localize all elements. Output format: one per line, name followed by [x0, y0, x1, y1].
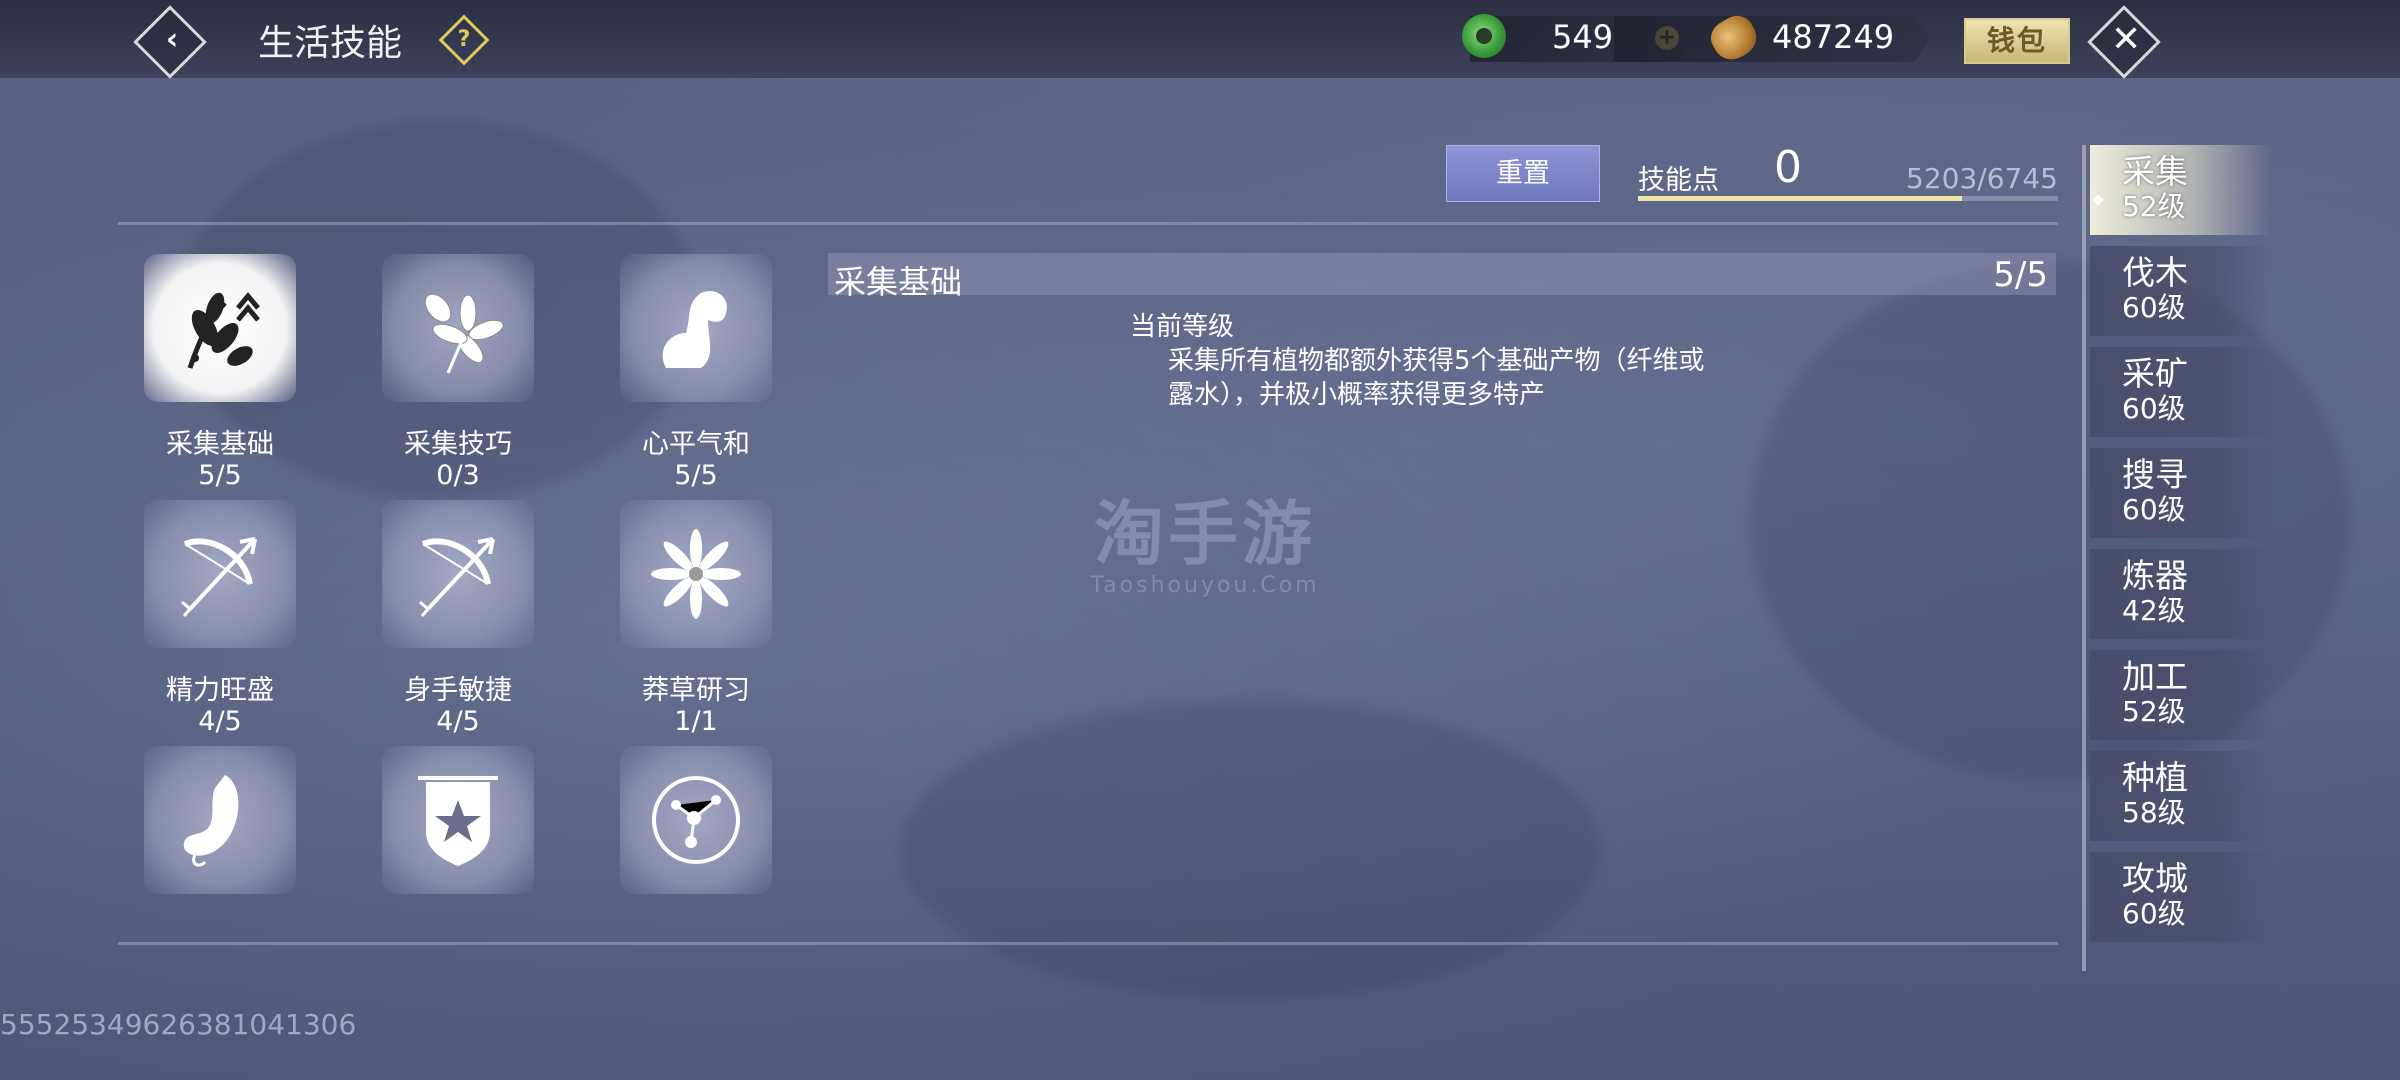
xp-progress-bar — [1638, 196, 2058, 201]
tab-level: 58级 — [2122, 796, 2186, 829]
tab-logging[interactable]: 伐木 60级 — [2090, 246, 2272, 336]
skill-tile[interactable] — [144, 746, 296, 894]
bow-arrow-icon — [419, 537, 495, 617]
tab-gathering[interactable]: 采集 52级 — [2090, 145, 2272, 235]
skill-level: 5/5 — [674, 460, 718, 491]
skill-name: 采集基础 — [166, 429, 274, 460]
skill-item[interactable]: 采集技巧 0/3 — [368, 254, 548, 491]
skill-item[interactable] — [130, 746, 310, 914]
constellation-icon — [652, 776, 740, 864]
coin-amount: 487249 — [1772, 18, 1895, 56]
skill-name: 身手敏捷 — [404, 675, 512, 706]
chevron-left-icon: ‹ — [165, 21, 179, 57]
skill-tile[interactable] — [382, 746, 534, 894]
tab-searching[interactable]: 搜寻 60级 — [2090, 448, 2272, 538]
skill-item[interactable]: 采集基础 5/5 — [130, 254, 310, 491]
xp-progress-text: 5203/6745 — [1906, 162, 2058, 195]
skill-level: 1/1 — [674, 706, 718, 737]
wallet-button[interactable]: 钱包 — [1964, 18, 2070, 64]
tab-level: 60级 — [2122, 392, 2186, 425]
tab-siege[interactable]: 攻城 60级 — [2090, 852, 2272, 942]
skill-tile[interactable] — [144, 500, 296, 648]
tab-divider — [2082, 145, 2086, 971]
tab-name: 种植 — [2122, 758, 2188, 797]
skill-tile[interactable] — [144, 254, 296, 402]
question-icon: ? — [457, 27, 471, 52]
skill-item[interactable] — [606, 746, 786, 914]
watermark-text: 淘手游 — [1094, 493, 1316, 575]
tab-planting[interactable]: 种植 58级 — [2090, 751, 2272, 841]
tab-name: 搜寻 — [2122, 455, 2188, 494]
skill-tile[interactable] — [620, 254, 772, 402]
skill-tile[interactable] — [620, 746, 772, 894]
skill-tile[interactable] — [382, 254, 534, 402]
user-id-text: 5552534962638104130​6 — [0, 1008, 357, 1041]
page-title: 生活技能 — [258, 23, 403, 64]
skill-level: 4/5 — [198, 706, 242, 737]
tab-name: 炼器 — [2122, 556, 2188, 595]
skill-item[interactable]: 莽草研习 1/1 — [606, 500, 786, 737]
xp-progress-fill — [1638, 196, 1962, 201]
bow-arrow-icon — [181, 537, 257, 617]
jade-coin-icon — [1462, 14, 1506, 58]
tab-name: 采矿 — [2122, 354, 2188, 393]
muscle-arm-icon — [662, 290, 727, 368]
tab-refining[interactable]: 炼器 42级 — [2090, 549, 2272, 639]
skill-name: 精力旺盛 — [166, 675, 274, 706]
tab-name: 加工 — [2122, 657, 2188, 696]
skill-level: 4/5 — [436, 706, 480, 737]
tab-level: 52级 — [2122, 190, 2186, 223]
tab-name: 采集 — [2122, 152, 2188, 191]
herb-flower-icon — [651, 529, 741, 619]
skill-name: 莽草研习 — [642, 675, 750, 706]
watermark: 淘手游 Taoshouyou.Com — [1070, 478, 1340, 598]
tab-level: 42级 — [2122, 594, 2186, 627]
plant-leaves-icon — [187, 292, 260, 369]
skill-item[interactable]: 身手敏捷 4/5 — [368, 500, 548, 737]
skill-name: 心平气和 — [642, 429, 750, 460]
skill-points-value: 0 — [1774, 142, 1802, 193]
skill-level: 0/3 — [436, 460, 480, 491]
flower-icon — [424, 293, 504, 374]
skill-level: 5/5 — [198, 460, 242, 491]
tab-name: 攻城 — [2122, 859, 2188, 898]
close-icon: ✕ — [2111, 18, 2142, 60]
skill-tile[interactable] — [620, 500, 772, 648]
tab-level: 52级 — [2122, 695, 2186, 728]
divider — [118, 942, 2058, 945]
skill-item[interactable]: 精力旺盛 4/5 — [130, 500, 310, 737]
skill-item[interactable] — [368, 746, 548, 914]
watermark-subtext: Taoshouyou.Com — [1090, 573, 1320, 598]
background-shadow — [900, 700, 1600, 1000]
tab-mining[interactable]: 采矿 60级 — [2090, 347, 2272, 437]
skill-points-label: 技能点 — [1638, 165, 1719, 196]
tab-level: 60级 — [2122, 493, 2186, 526]
star-banner-icon — [418, 776, 498, 866]
tab-level: 60级 — [2122, 291, 2186, 324]
skill-description: 采集所有植物都额外获得5个基础产物（纤维或露水），并极小概率获得更多特产 — [1168, 346, 1705, 410]
divider — [118, 222, 2058, 225]
skill-detail-header: 采集基础 5/5 — [828, 253, 2056, 301]
skill-detail-name: 采集基础 — [834, 263, 963, 301]
tab-processing[interactable]: 加工 52级 — [2090, 650, 2272, 740]
reset-button[interactable]: 重置 — [1446, 145, 1600, 202]
skill-tile[interactable] — [382, 500, 534, 648]
tab-name: 伐木 — [2122, 253, 2188, 292]
tab-level: 60级 — [2122, 897, 2186, 930]
skill-detail-level: 5/5 — [1993, 255, 2048, 295]
current-level-label: 当前等级 — [1130, 312, 1235, 342]
skill-name: 采集技巧 — [404, 429, 512, 460]
stomach-icon — [183, 775, 239, 867]
jade-amount: 549 — [1552, 18, 1614, 56]
skill-item[interactable]: 心平气和 5/5 — [606, 254, 786, 491]
skill-grid: 采集基础 5/5 采集技巧 0/3 心平气和 5/5 精力旺盛 4/5 身手敏捷… — [118, 240, 798, 930]
